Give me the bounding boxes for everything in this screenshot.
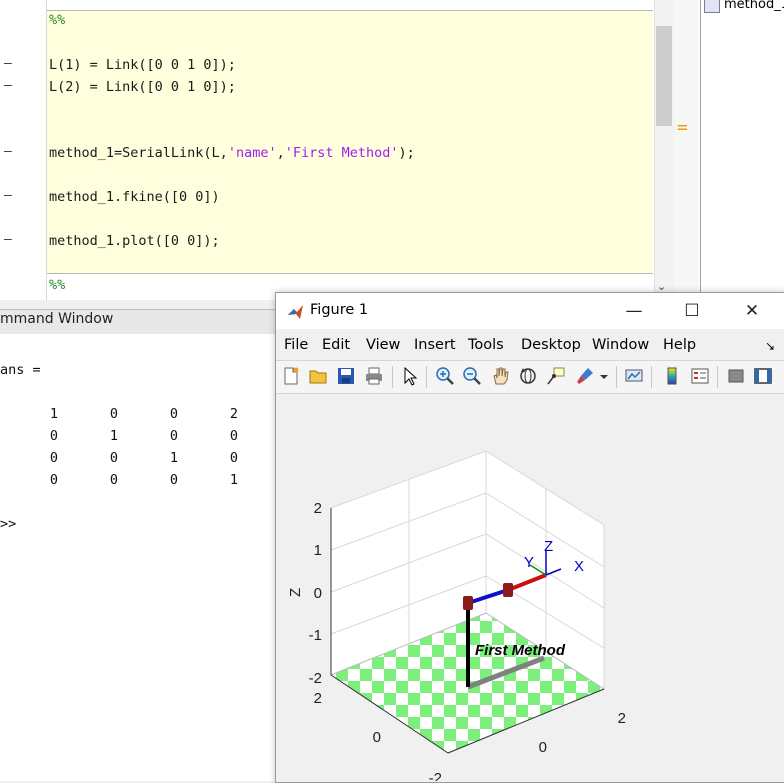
- robot-name-label: First Method: [475, 642, 566, 659]
- frame-label-x: X: [574, 558, 584, 575]
- matrix-cell: 1: [169, 450, 179, 466]
- string-literal: 'name': [227, 145, 277, 161]
- zoom-out-icon[interactable]: [462, 366, 482, 386]
- code-text: );: [398, 145, 415, 161]
- matrix-cell: 0: [49, 450, 59, 466]
- link-plot-icon[interactable]: [624, 366, 644, 386]
- matrix-cell: 0: [109, 472, 119, 488]
- line-dash: –: [4, 232, 12, 247]
- x-tick-label: 0: [539, 739, 547, 756]
- matrix-cell: 0: [229, 450, 239, 466]
- line-dash: –: [4, 188, 12, 203]
- line-dash: –: [4, 56, 12, 71]
- matrix-cell: 1: [49, 406, 59, 422]
- y-tick-label: -2: [429, 770, 442, 781]
- new-figure-icon[interactable]: [281, 366, 301, 386]
- workspace-variable-name[interactable]: method_1: [724, 0, 784, 12]
- toolbar-separator: [426, 366, 427, 388]
- frame-label-y: Y: [524, 554, 534, 571]
- toolbar-separator: [392, 366, 393, 388]
- rotate-3d-icon[interactable]: [518, 366, 538, 386]
- code-text: ,: [276, 145, 285, 161]
- close-button[interactable]: ✕: [732, 298, 772, 324]
- menu-file[interactable]: File: [284, 337, 308, 353]
- save-icon[interactable]: [336, 366, 356, 386]
- legend-icon[interactable]: [690, 366, 710, 386]
- print-icon[interactable]: [364, 366, 384, 386]
- matrix-cell: 0: [169, 428, 179, 444]
- variable-object-icon: [704, 0, 720, 13]
- command-window-body[interactable]: [0, 334, 290, 781]
- matrix-cell: 0: [49, 428, 59, 444]
- show-plot-tools-icon[interactable]: [753, 366, 773, 386]
- y-tick-label: 2: [314, 690, 322, 707]
- code-line-plot[interactable]: method_1.plot([0 0]);: [49, 233, 220, 249]
- line-dash: –: [4, 78, 12, 93]
- z-axis-label: Z: [287, 588, 304, 597]
- colorbar-icon[interactable]: [662, 366, 682, 386]
- ans-label: ans =: [0, 362, 41, 378]
- code-analyzer-bar: [675, 0, 699, 300]
- robot-joint-1: [463, 596, 473, 610]
- matrix-cell: 1: [109, 428, 119, 444]
- pointer-icon[interactable]: [400, 366, 420, 386]
- menu-insert[interactable]: Insert: [414, 337, 456, 353]
- line-dash: –: [4, 144, 12, 159]
- open-file-icon[interactable]: [308, 366, 328, 386]
- matrix-cell: 0: [229, 428, 239, 444]
- matrix-cell: 1: [229, 472, 239, 488]
- cell-break-bottom[interactable]: %%: [49, 277, 65, 293]
- cell-break-top[interactable]: %%: [49, 12, 65, 28]
- z-tick-label: 2: [314, 500, 322, 517]
- matrix-cell: 0: [49, 472, 59, 488]
- menu-window[interactable]: Window: [592, 337, 649, 353]
- figure-title: Figure 1: [310, 302, 369, 318]
- matrix-cell: 0: [109, 450, 119, 466]
- z-tick-label: -2: [309, 670, 322, 687]
- code-line-fkine[interactable]: method_1.fkine([0 0]): [49, 189, 220, 205]
- command-window-title: mmand Window: [0, 311, 114, 327]
- matrix-cell: 2: [229, 406, 239, 422]
- menu-help[interactable]: Help: [663, 337, 696, 353]
- robot-joint-2: [503, 583, 513, 597]
- toolbar-separator: [616, 366, 617, 388]
- menu-view[interactable]: View: [366, 337, 400, 353]
- code-line-link2[interactable]: L(2) = Link([0 0 1 0]);: [49, 79, 236, 95]
- toolbar-separator: [717, 366, 718, 388]
- brush-dropdown-icon[interactable]: [598, 366, 610, 386]
- dock-arrow-icon[interactable]: ↘: [765, 339, 775, 353]
- menu-desktop[interactable]: Desktop: [521, 337, 581, 353]
- code-line-seriallink[interactable]: method_1=SerialLink(L,'name','First Meth…: [49, 145, 415, 161]
- data-cursor-icon[interactable]: [546, 366, 566, 386]
- z-tick-label: 1: [314, 542, 322, 559]
- matlab-logo-icon: [288, 305, 303, 319]
- analyzer-warning-marker[interactable]: =: [677, 117, 688, 138]
- x-tick-label: 2: [618, 710, 626, 727]
- string-literal: 'First Method': [284, 145, 399, 161]
- robot-plot-axes[interactable]: Z Y X First Method 2 1 0 -1 -2 2 0 -2 2 …: [276, 393, 784, 781]
- matrix-cell: 0: [169, 406, 179, 422]
- matrix-cell: 0: [109, 406, 119, 422]
- menu-tools[interactable]: Tools: [468, 337, 504, 353]
- code-text: method_1=SerialLink(L,: [49, 145, 228, 161]
- menu-edit[interactable]: Edit: [322, 337, 350, 353]
- frame-label-z: Z: [544, 538, 553, 555]
- y-tick-label: 0: [373, 729, 381, 746]
- toolbar-separator: [651, 366, 652, 388]
- command-prompt[interactable]: >>: [0, 516, 16, 532]
- z-tick-label: -1: [309, 627, 322, 644]
- hide-plot-tools-icon[interactable]: [726, 366, 746, 386]
- code-line-link1[interactable]: L(1) = Link([0 0 1 0]);: [49, 57, 236, 73]
- editor-scroll-thumb[interactable]: [656, 26, 672, 126]
- z-tick-label: 0: [314, 585, 322, 602]
- matrix-cell: 0: [169, 472, 179, 488]
- brush-icon[interactable]: [575, 366, 595, 386]
- maximize-button[interactable]: ☐: [672, 298, 712, 324]
- zoom-in-icon[interactable]: [435, 366, 455, 386]
- pan-icon[interactable]: [490, 366, 510, 386]
- minimize-button[interactable]: —: [614, 298, 654, 324]
